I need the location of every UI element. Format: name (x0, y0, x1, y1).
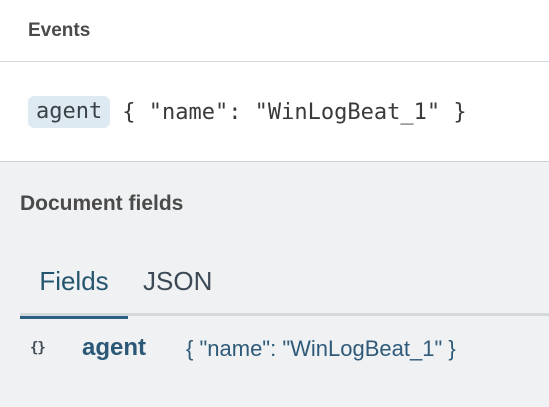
field-chip-agent[interactable]: agent (28, 96, 111, 128)
tab-fields[interactable]: Fields (20, 266, 128, 319)
document-fields-title: Document fields (20, 192, 184, 215)
event-value: { "name": "WinLogBeat_1" } (122, 99, 467, 125)
events-header: Events (0, 0, 549, 62)
tab-json[interactable]: JSON (143, 266, 212, 316)
braces-icon: {} (30, 340, 46, 356)
field-value: { "name": "WinLogBeat_1" } (186, 336, 456, 361)
document-tabs: Fields JSON (20, 258, 549, 319)
field-row[interactable]: {} agent { "name": "WinLogBeat_1" } (0, 320, 549, 380)
field-name: agent (82, 334, 147, 361)
events-title: Events (28, 20, 91, 41)
event-panel: agent { "name": "WinLogBeat_1" } (0, 62, 549, 162)
event-line: agent { "name": "WinLogBeat_1" } (28, 96, 467, 128)
